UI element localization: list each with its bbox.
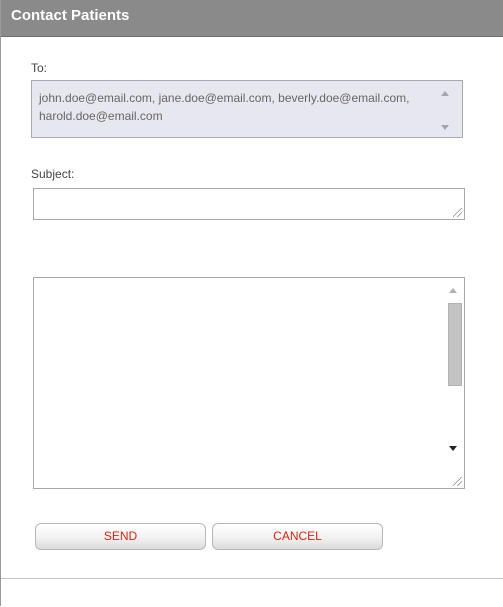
cancel-button[interactable]: CANCEL bbox=[212, 523, 383, 550]
resize-grip-icon[interactable] bbox=[453, 208, 462, 217]
chevron-up-icon[interactable] bbox=[449, 288, 457, 293]
to-label: To: bbox=[31, 61, 48, 75]
subject-input[interactable] bbox=[33, 188, 465, 220]
chevron-up-icon[interactable] bbox=[441, 91, 449, 96]
subject-label: Subject: bbox=[31, 167, 75, 181]
title-bar: Contact Patients bbox=[1, 0, 503, 37]
to-recipients-field[interactable]: john.doe@email.com, jane.doe@email.com, … bbox=[31, 80, 463, 138]
scrollbar-thumb[interactable] bbox=[448, 303, 462, 386]
message-scrollbar[interactable] bbox=[444, 278, 464, 488]
dialog-title: Contact Patients bbox=[11, 7, 130, 24]
resize-grip-icon[interactable] bbox=[453, 477, 462, 486]
chevron-down-icon[interactable] bbox=[449, 446, 457, 451]
send-button[interactable]: SEND bbox=[35, 523, 206, 550]
to-recipients-text: john.doe@email.com, jane.doe@email.com, … bbox=[39, 91, 410, 123]
footer-divider bbox=[1, 578, 503, 579]
contact-patients-dialog: Contact Patients To: john.doe@email.com,… bbox=[0, 0, 503, 606]
chevron-down-icon[interactable] bbox=[441, 125, 449, 130]
message-body-textarea[interactable] bbox=[33, 277, 465, 489]
